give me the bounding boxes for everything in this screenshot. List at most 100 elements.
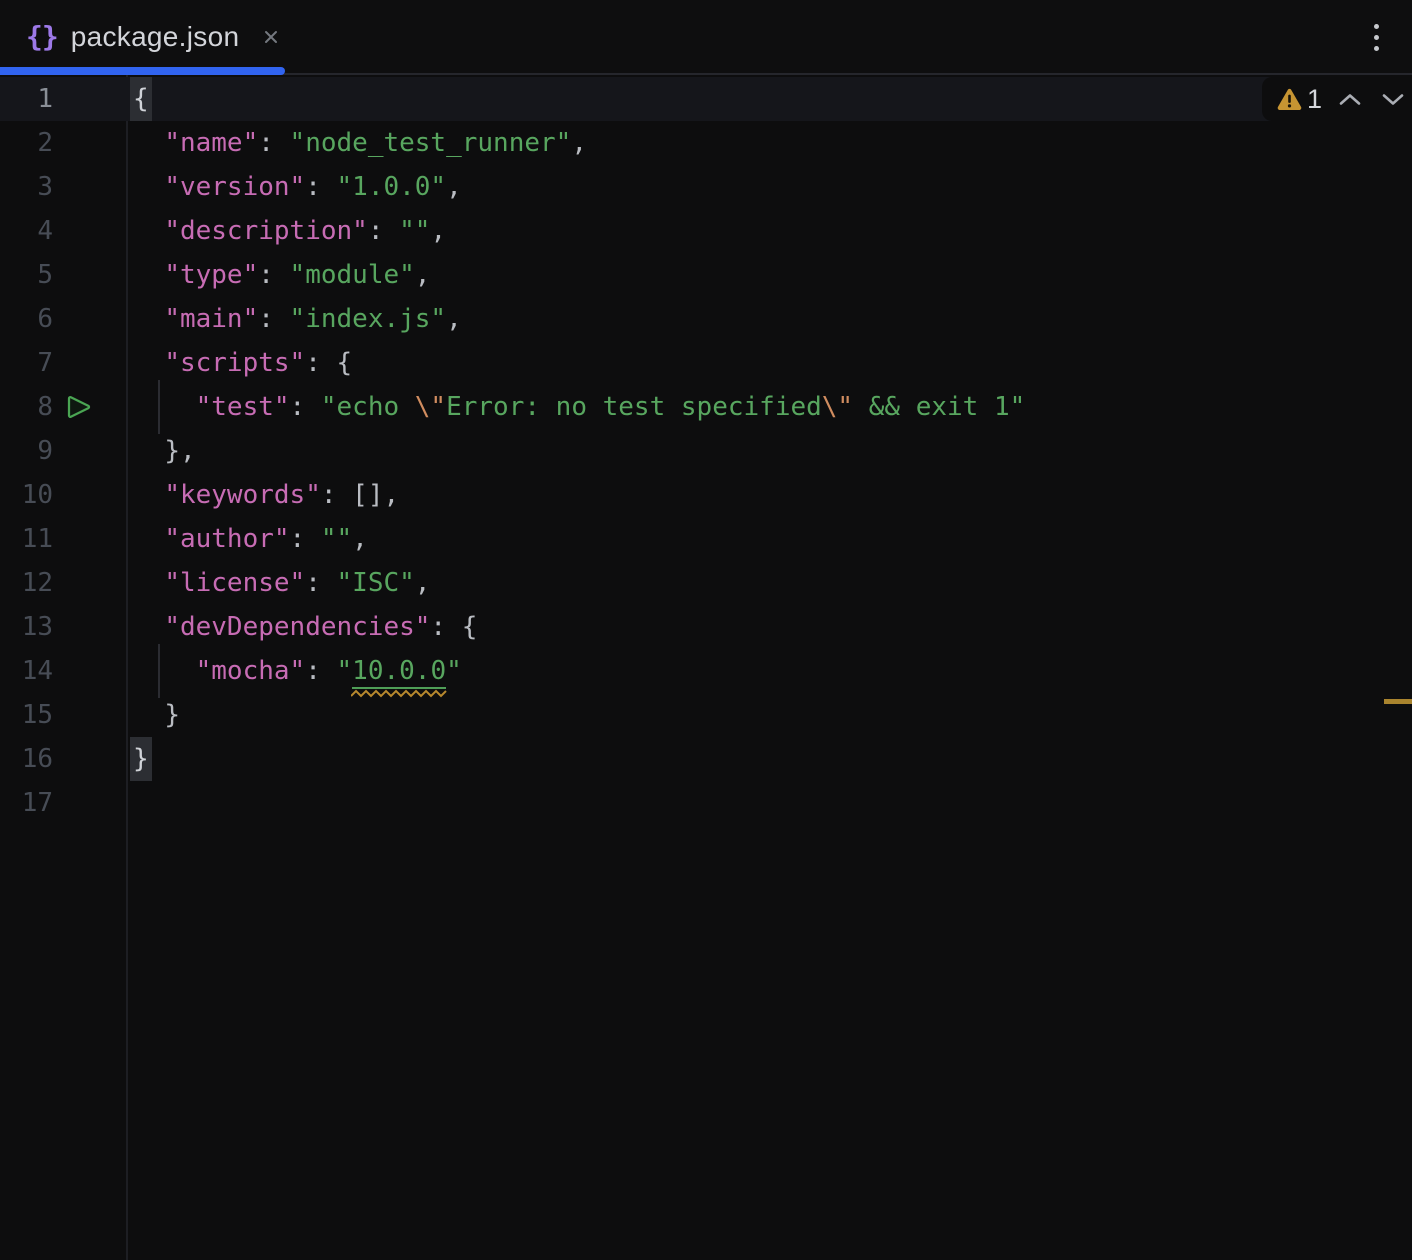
run-script-icon[interactable] [64, 392, 94, 436]
editor-line-5[interactable]: 5 "type": "module", [0, 253, 1412, 297]
code-text[interactable]: "version": "1.0.0", [133, 165, 462, 209]
editor-line-17[interactable]: 17 [0, 781, 1412, 825]
editor-line-14[interactable]: 14 "mocha": "10.0.0" [0, 649, 1412, 693]
token-key: "mocha" [196, 656, 306, 686]
editor-line-1[interactable]: 1{ [0, 77, 1412, 121]
token-key: "name" [164, 128, 258, 158]
line-number[interactable]: 3 [0, 165, 53, 209]
token-str: Error: no test specified [446, 392, 822, 422]
code-text[interactable]: "devDependencies": { [133, 605, 477, 649]
scrollbar-warning-marker[interactable] [1384, 699, 1412, 704]
token-punct: , [571, 128, 587, 158]
editor-line-8[interactable]: 8 "test": "echo \"Error: no test specifi… [0, 385, 1412, 429]
token-punct: , [415, 568, 431, 598]
editor-line-2[interactable]: 2 "name": "node_test_runner", [0, 121, 1412, 165]
chevron-down-icon[interactable] [1382, 93, 1404, 106]
token-str: "module" [290, 260, 415, 290]
editor-line-16[interactable]: 16} [0, 737, 1412, 781]
token-ws [133, 656, 196, 686]
token-ws [133, 348, 164, 378]
token-punct: , [446, 172, 462, 202]
line-number[interactable]: 15 [0, 693, 53, 737]
code-text[interactable]: "license": "ISC", [133, 561, 430, 605]
tab-close-icon[interactable] [261, 27, 281, 47]
token-punct: : [258, 304, 289, 334]
chevron-up-icon[interactable] [1339, 93, 1361, 106]
editor-line-9[interactable]: 9 }, [0, 429, 1412, 473]
token-punct: : [305, 172, 336, 202]
line-number[interactable]: 6 [0, 297, 53, 341]
token-punct: } [164, 700, 180, 730]
editor-line-10[interactable]: 10 "keywords": [], [0, 473, 1412, 517]
line-number[interactable]: 4 [0, 209, 53, 253]
line-number[interactable]: 11 [0, 517, 53, 561]
line-number[interactable]: 17 [0, 781, 53, 825]
code-text[interactable]: "description": "", [133, 209, 446, 253]
line-number[interactable]: 8 [0, 385, 53, 429]
token-punct: , [446, 304, 462, 334]
token-str: " [446, 656, 462, 686]
code-text[interactable]: "test": "echo \"Error: no test specified… [133, 385, 1025, 429]
token-str: 10.0.0 [352, 656, 446, 689]
line-number[interactable]: 13 [0, 605, 53, 649]
token-punct: : [290, 392, 321, 422]
token-punct: : [], [321, 480, 399, 510]
tab-title: package.json [71, 21, 240, 53]
code-text[interactable]: "author": "", [133, 517, 368, 561]
code-text[interactable]: "name": "node_test_runner", [133, 121, 587, 165]
warning-triangle-icon[interactable] [1276, 87, 1303, 112]
editor-line-11[interactable]: 11 "author": "", [0, 517, 1412, 561]
token-str: "index.js" [290, 304, 447, 334]
editor-line-6[interactable]: 6 "main": "index.js", [0, 297, 1412, 341]
line-number[interactable]: 14 [0, 649, 53, 693]
line-number[interactable]: 10 [0, 473, 53, 517]
tab-package-json[interactable]: {} package.json [0, 0, 285, 73]
code-text[interactable]: "main": "index.js", [133, 297, 462, 341]
token-punct: : [258, 128, 289, 158]
kebab-menu-icon[interactable] [1366, 19, 1386, 55]
token-str: "ISC" [337, 568, 415, 598]
token-ws [133, 172, 164, 202]
warning-count[interactable]: 1 [1307, 84, 1322, 115]
code-text[interactable]: "mocha": "10.0.0" [133, 649, 462, 693]
token-ws [133, 436, 164, 466]
code-editor[interactable]: 1{2 "name": "node_test_runner",3 "versio… [0, 75, 1412, 1260]
code-lines: 1{2 "name": "node_test_runner",3 "versio… [0, 77, 1412, 825]
editor-line-3[interactable]: 3 "version": "1.0.0", [0, 165, 1412, 209]
editor-line-4[interactable]: 4 "description": "", [0, 209, 1412, 253]
token-ws [133, 128, 164, 158]
code-text[interactable]: } [133, 693, 180, 737]
code-text[interactable]: } [133, 737, 152, 781]
code-text[interactable]: { [133, 77, 152, 121]
token-esc: \" [822, 392, 853, 422]
editor-line-15[interactable]: 15 } [0, 693, 1412, 737]
token-key: "devDependencies" [164, 612, 430, 642]
code-text[interactable]: "keywords": [], [133, 473, 399, 517]
code-text[interactable]: "scripts": { [133, 341, 352, 385]
line-number[interactable]: 2 [0, 121, 53, 165]
editor-tab-bar: {} package.json [0, 0, 1412, 75]
editor-line-13[interactable]: 13 "devDependencies": { [0, 605, 1412, 649]
token-key: "keywords" [164, 480, 321, 510]
token-key: "version" [164, 172, 305, 202]
token-key: "description" [164, 216, 368, 246]
line-number[interactable]: 12 [0, 561, 53, 605]
line-number[interactable]: 9 [0, 429, 53, 473]
token-punct: : { [430, 612, 477, 642]
code-text[interactable]: }, [133, 429, 196, 473]
token-key: "license" [164, 568, 305, 598]
editor-line-12[interactable]: 12 "license": "ISC", [0, 561, 1412, 605]
token-ws [133, 524, 164, 554]
line-number[interactable]: 1 [0, 77, 53, 121]
line-number[interactable]: 5 [0, 253, 53, 297]
line-number[interactable]: 7 [0, 341, 53, 385]
code-text[interactable]: "type": "module", [133, 253, 430, 297]
line-number[interactable]: 16 [0, 737, 53, 781]
editor-line-7[interactable]: 7 "scripts": { [0, 341, 1412, 385]
token-punct: : [305, 656, 336, 686]
token-punct: , [430, 216, 446, 246]
json-file-icon: {} [26, 23, 58, 51]
token-punct: : [258, 260, 289, 290]
token-punct: }, [164, 436, 195, 466]
warning-squiggle [351, 689, 447, 698]
